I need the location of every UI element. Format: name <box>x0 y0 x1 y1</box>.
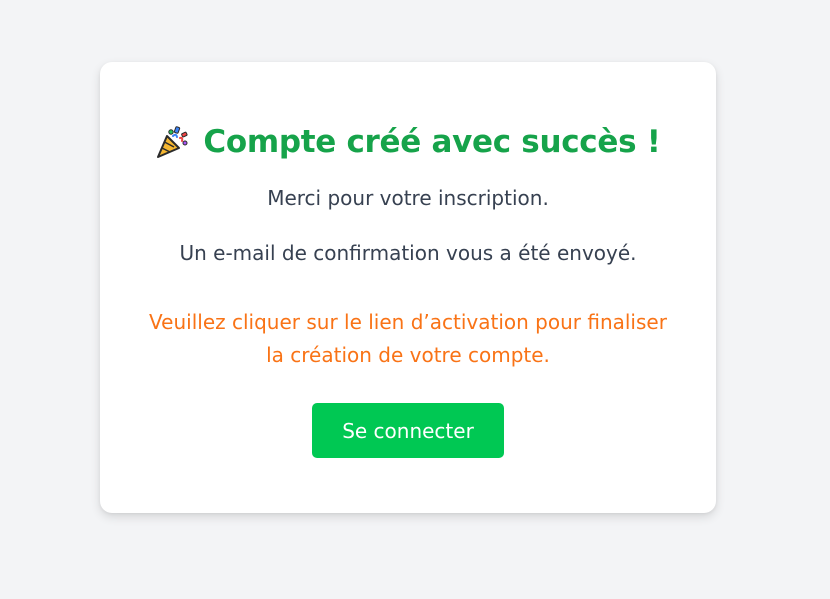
thanks-message: Merci pour votre inscription. <box>267 186 549 210</box>
confirmation-sent-message: Un e-mail de confirmation vous a été env… <box>179 241 637 265</box>
title-row: Compte créé avec succès ! <box>100 120 716 164</box>
page-title: Compte créé avec succès ! <box>203 124 661 160</box>
activation-warning: Veuillez cliquer sur le lien d’activatio… <box>149 310 667 367</box>
party-popper-icon <box>155 124 191 160</box>
login-button[interactable]: Se connecter <box>312 403 504 458</box>
success-card: Compte créé avec succès ! Merci pour vot… <box>100 62 716 513</box>
